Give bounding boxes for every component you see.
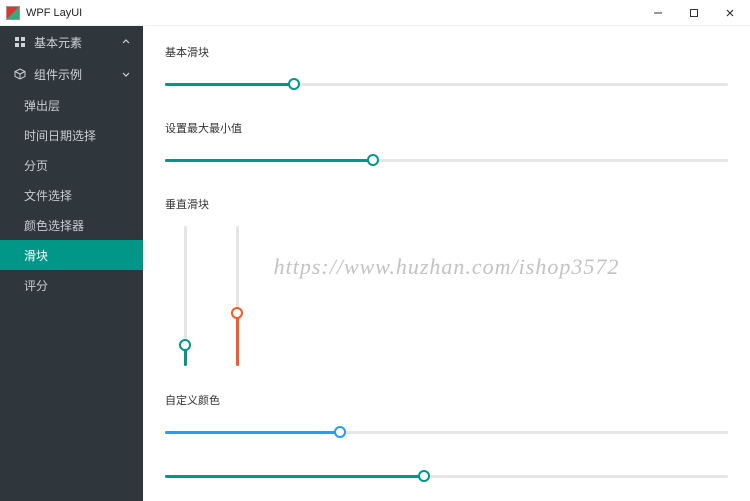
section-basic-slider: 基本滑块: [165, 44, 728, 94]
slider-handle[interactable]: [231, 307, 243, 319]
section-title: 基本滑块: [165, 44, 728, 60]
sidebar-item-1[interactable]: 时间日期选择: [0, 120, 143, 150]
slider-fill: [236, 313, 239, 366]
slider-track: [165, 431, 728, 434]
window-title: WPF LayUI: [26, 7, 82, 19]
slider-handle[interactable]: [418, 470, 430, 482]
sidebar-item-0[interactable]: 弹出层: [0, 90, 143, 120]
slider-fill: [165, 475, 424, 478]
cube-icon: [14, 68, 26, 80]
nav-group-label: 组件示例: [34, 66, 82, 83]
chevron-up-icon: [121, 37, 131, 47]
slider-track: [165, 475, 728, 478]
slider-basic[interactable]: [165, 74, 728, 94]
sidebar: 基本元素 组件示例 弹出层时间日期选择分页文件选择颜色选择器滑块评分: [0, 26, 143, 501]
section-minmax-slider: 设置最大最小值: [165, 120, 728, 170]
slider-custom-1[interactable]: [165, 466, 728, 486]
section-title: 垂直滑块: [165, 196, 728, 212]
slider-custom-0[interactable]: [165, 422, 728, 442]
slider-track: [236, 226, 239, 366]
nav-group-component-demo[interactable]: 组件示例: [0, 58, 143, 90]
chevron-down-icon: [121, 69, 131, 79]
sidebar-item-5[interactable]: 滑块: [0, 240, 143, 270]
slider-track: [165, 159, 728, 162]
titlebar: WPF LayUI: [0, 0, 750, 26]
sidebar-item-label: 弹出层: [24, 97, 60, 114]
sidebar-item-label: 滑块: [24, 247, 48, 264]
slider-fill: [165, 159, 373, 162]
nav-group-basic-elements[interactable]: 基本元素: [0, 26, 143, 58]
sidebar-item-6[interactable]: 评分: [0, 270, 143, 300]
section-vertical-slider: 垂直滑块: [165, 196, 728, 366]
sidebar-item-label: 评分: [24, 277, 48, 294]
sidebar-item-2[interactable]: 分页: [0, 150, 143, 180]
content-area: 基本滑块 设置最大最小值 垂直滑块 自定义颜色: [143, 26, 750, 501]
slider-handle[interactable]: [367, 154, 379, 166]
section-title: 设置最大最小值: [165, 120, 728, 136]
app-icon: [6, 6, 20, 20]
maximize-button[interactable]: [676, 0, 712, 26]
slider-handle[interactable]: [288, 78, 300, 90]
section-title: 自定义颜色: [165, 392, 728, 408]
slider-handle[interactable]: [179, 339, 191, 351]
sidebar-item-3[interactable]: 文件选择: [0, 180, 143, 210]
nav-group-label: 基本元素: [34, 34, 82, 51]
slider-track: [165, 83, 728, 86]
sidebar-item-label: 文件选择: [24, 187, 72, 204]
sidebar-item-label: 分页: [24, 157, 48, 174]
slider-vertical-1[interactable]: [227, 226, 247, 366]
slider-vertical-0[interactable]: [175, 226, 195, 366]
grid-icon: [14, 36, 26, 48]
slider-fill: [165, 83, 294, 86]
slider-minmax[interactable]: [165, 150, 728, 170]
slider-track: [184, 226, 187, 366]
slider-handle[interactable]: [334, 426, 346, 438]
close-button[interactable]: [712, 0, 748, 26]
sidebar-item-label: 时间日期选择: [24, 127, 96, 144]
sidebar-item-label: 颜色选择器: [24, 217, 84, 234]
minimize-button[interactable]: [640, 0, 676, 26]
section-custom-color: 自定义颜色: [165, 392, 728, 501]
slider-fill: [165, 431, 340, 434]
sidebar-item-4[interactable]: 颜色选择器: [0, 210, 143, 240]
